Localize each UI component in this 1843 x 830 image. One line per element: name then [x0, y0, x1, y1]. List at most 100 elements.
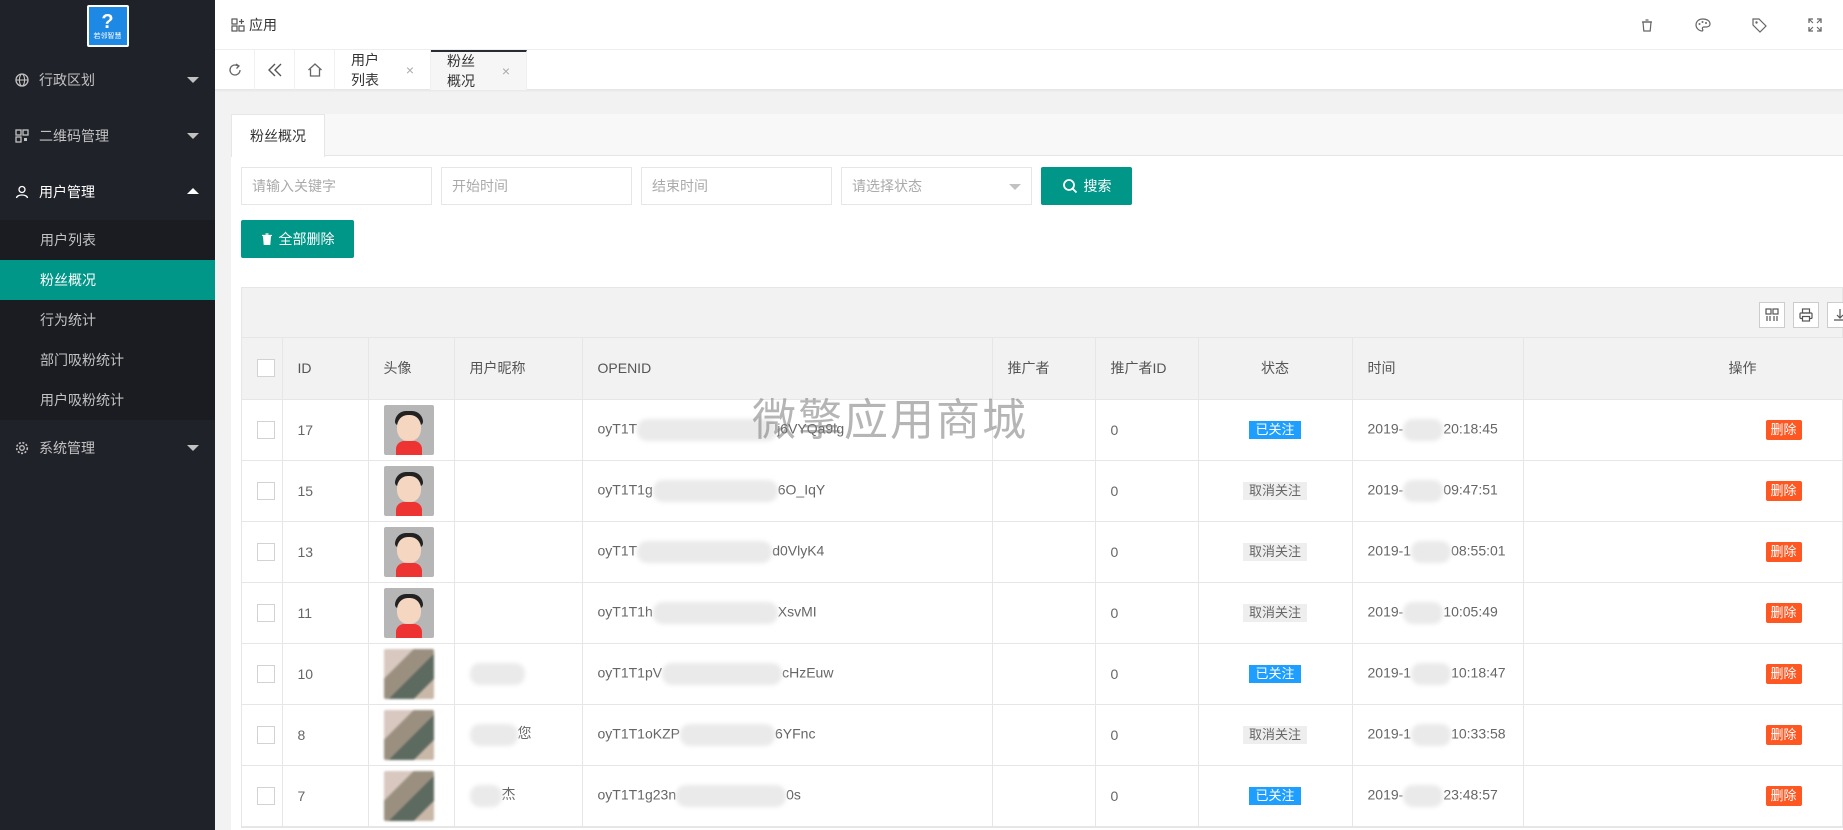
- cell-promoter-id: 0: [1095, 765, 1199, 827]
- delete-row-button[interactable]: 删除: [1765, 480, 1802, 501]
- nav-item-system[interactable]: 系统管理: [0, 420, 215, 476]
- delete-row-button[interactable]: 删除: [1765, 419, 1802, 440]
- status-badge: 取消关注: [1242, 542, 1307, 561]
- nav-item-user-management[interactable]: 用户管理: [0, 164, 215, 220]
- fans-table-grid: ID 头像 用户昵称 OPENID 推广者 推广者ID 状态 时间 操作 17: [242, 338, 1843, 827]
- sidebar-item-user-list[interactable]: 用户列表: [0, 220, 215, 260]
- refresh-button[interactable]: [215, 50, 255, 90]
- row-checkbox[interactable]: [257, 420, 275, 439]
- avatar: [383, 648, 434, 699]
- delete-row-button[interactable]: 删除: [1765, 785, 1802, 806]
- print-button[interactable]: [1793, 302, 1819, 328]
- cell-id: 10: [282, 643, 369, 705]
- submenu-user-management: 用户列表 粉丝概况 行为统计 部门吸粉统计 用户吸粉统计: [0, 220, 215, 420]
- sidebar-item-fans-overview[interactable]: 粉丝概况: [0, 260, 215, 300]
- column-header-id: ID: [282, 338, 369, 400]
- row-checkbox[interactable]: [257, 481, 275, 500]
- nickname-text: 您: [517, 725, 532, 742]
- chevron-down-icon: [1009, 184, 1021, 190]
- keyword-input[interactable]: [241, 167, 432, 205]
- cell-time: 2019- 20:18:45: [1352, 399, 1524, 461]
- header-icons: [1619, 0, 1843, 50]
- start-time-input[interactable]: [441, 167, 632, 205]
- sidebar-item-behavior-stats[interactable]: 行为统计: [0, 300, 215, 340]
- tab-user-list[interactable]: 用户列表 ×: [335, 50, 431, 90]
- cell-promoter: [992, 643, 1096, 705]
- columns-icon: [1765, 308, 1779, 321]
- close-icon[interactable]: ×: [502, 63, 510, 79]
- time-prefix: 2019-: [1367, 420, 1404, 437]
- openid-prefix: oyT1T1oKZP: [597, 725, 680, 742]
- avatar: [383, 404, 434, 455]
- redacted-mask: [469, 784, 502, 807]
- time-prefix: 2019-1: [1367, 542, 1412, 559]
- redacted-mask: [469, 723, 518, 746]
- home-tab[interactable]: [295, 50, 335, 90]
- row-checkbox[interactable]: [257, 786, 275, 805]
- cell-time: 2019- 10:05:49: [1352, 582, 1524, 644]
- logo[interactable]: ? 若邻智慧: [86, 5, 129, 47]
- cell-actions: 删除: [1523, 765, 1843, 827]
- row-checkbox[interactable]: [257, 542, 275, 561]
- sidebar-item-dept-fans-stats[interactable]: 部门吸粉统计: [0, 340, 215, 380]
- content-tab-bar: 粉丝概况: [231, 114, 1843, 157]
- row-checkbox-cell: [242, 704, 283, 766]
- status-badge: 取消关注: [1242, 481, 1307, 500]
- tab-fans-overview[interactable]: 粉丝概况 ×: [431, 50, 527, 90]
- app-button[interactable]: 应用: [231, 15, 277, 35]
- cell-promoter-id: 0: [1095, 704, 1199, 766]
- openid-suffix: d0VlyK4: [772, 542, 825, 559]
- delete-all-button[interactable]: 全部删除: [241, 220, 354, 258]
- logo-mark: ?: [101, 11, 114, 33]
- openid-prefix: oyT1T1g: [597, 481, 653, 498]
- tag-icon[interactable]: [1731, 0, 1787, 50]
- delete-row-button[interactable]: 删除: [1765, 663, 1802, 684]
- cell-nickname: [454, 643, 583, 705]
- cell-promoter: [992, 521, 1096, 583]
- nav-item-region[interactable]: 行政区划: [0, 52, 215, 108]
- search-button[interactable]: 搜索: [1041, 167, 1132, 205]
- cell-nickname: 杰: [454, 765, 583, 827]
- cell-avatar: [368, 521, 455, 583]
- tab-label: 用户列表: [351, 52, 379, 88]
- export-button[interactable]: [1827, 302, 1843, 328]
- palette-icon[interactable]: [1675, 0, 1731, 50]
- time-prefix: 2019-1: [1367, 725, 1412, 742]
- sidebar-item-user-fans-stats[interactable]: 用户吸粉统计: [0, 380, 215, 420]
- table-row: 8 您 oyT1T1oKZP 6YFnc 0 取消关注 2019-1 10:33:5…: [242, 704, 1843, 766]
- status-select-placeholder: 请选择状态: [852, 178, 922, 194]
- status-badge: 取消关注: [1242, 603, 1307, 622]
- time-prefix: 2019-1: [1367, 664, 1412, 681]
- trash-icon: [261, 232, 272, 245]
- status-select[interactable]: 请选择状态: [841, 167, 1032, 205]
- delete-row-button[interactable]: 删除: [1765, 602, 1802, 623]
- delete-row-button[interactable]: 删除: [1765, 724, 1802, 745]
- search-label: 搜索: [1083, 178, 1112, 194]
- end-time-input[interactable]: [641, 167, 832, 205]
- openid-prefix: oyT1T: [597, 542, 638, 559]
- row-checkbox[interactable]: [257, 664, 275, 683]
- nav-label-region: 行政区划: [39, 72, 95, 88]
- nickname-text: 杰: [501, 786, 516, 803]
- row-checkbox-cell: [242, 765, 283, 827]
- redacted-mask: [1403, 784, 1444, 807]
- redacted-mask: [469, 662, 525, 685]
- trash-icon[interactable]: [1619, 0, 1675, 50]
- cell-status: 取消关注: [1198, 704, 1353, 766]
- tab-fans-overview-content[interactable]: 粉丝概况: [231, 114, 325, 157]
- fans-table: ID 头像 用户昵称 OPENID 推广者 推广者ID 状态 时间 操作 17: [241, 287, 1843, 828]
- select-all-checkbox[interactable]: [257, 359, 275, 378]
- cell-avatar: [368, 582, 455, 644]
- delete-row-button[interactable]: 删除: [1765, 541, 1802, 562]
- tabs-scroll-left-button[interactable]: [255, 50, 295, 90]
- cell-status: 取消关注: [1198, 582, 1353, 644]
- column-filter-button[interactable]: [1759, 302, 1785, 328]
- row-checkbox[interactable]: [257, 725, 275, 744]
- nav-item-qrcode[interactable]: 二维码管理: [0, 108, 215, 164]
- fullscreen-icon[interactable]: [1787, 0, 1843, 50]
- row-checkbox[interactable]: [257, 603, 275, 622]
- close-icon[interactable]: ×: [406, 62, 414, 78]
- openid-prefix: oyT1T: [597, 420, 638, 437]
- redacted-mask: [652, 479, 778, 502]
- chevron-up-icon: [187, 188, 199, 194]
